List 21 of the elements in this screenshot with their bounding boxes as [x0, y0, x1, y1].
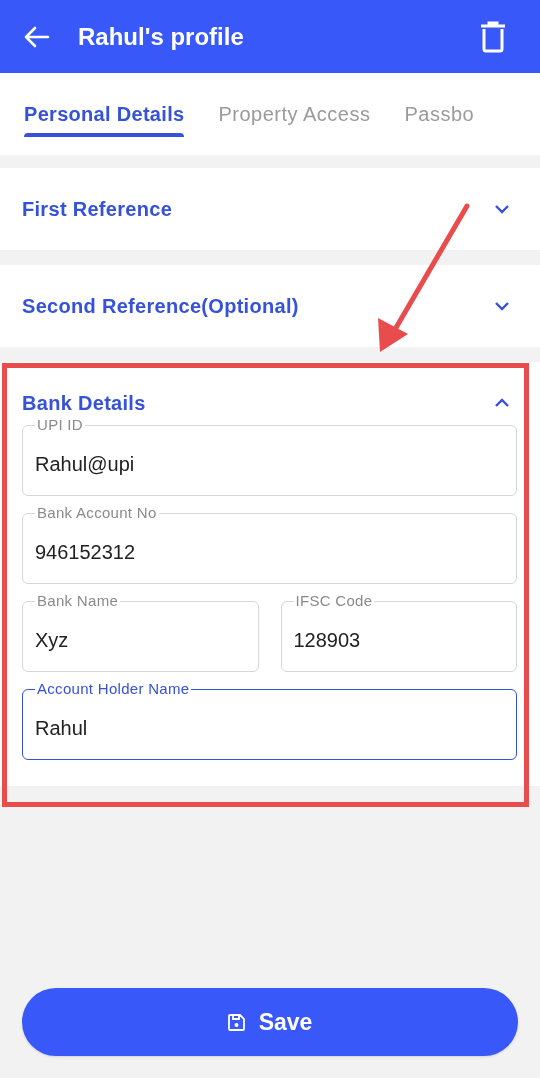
section-title[interactable]: Second Reference(Optional)	[22, 291, 299, 321]
save-button[interactable]: Save	[22, 988, 518, 1056]
chevron-down-icon[interactable]	[494, 204, 510, 214]
chevron-down-icon[interactable]	[494, 301, 510, 311]
trash-icon[interactable]	[480, 20, 506, 53]
field-value: Rahul	[35, 715, 88, 741]
field-label: UPI ID	[36, 415, 84, 435]
screen-title: Rahul's profile	[78, 21, 244, 52]
field-value: Rahul@upi	[35, 451, 135, 477]
field-value: Xyz	[35, 627, 69, 653]
field-label: IFSC Code	[294, 591, 374, 611]
back-arrow-icon[interactable]	[24, 25, 50, 48]
floppy-disk-icon	[227, 1013, 245, 1031]
field-value: 946152312	[35, 539, 136, 565]
field-label: Bank Name	[36, 591, 120, 611]
field-value: 128903	[293, 627, 361, 653]
field-label: Account Holder Name	[36, 679, 191, 699]
tab[interactable]: Personal Details	[24, 73, 185, 155]
chevron-up-icon[interactable]	[494, 398, 510, 408]
section-title[interactable]: First Reference	[22, 194, 173, 224]
field-label: Bank Account No	[36, 503, 158, 523]
